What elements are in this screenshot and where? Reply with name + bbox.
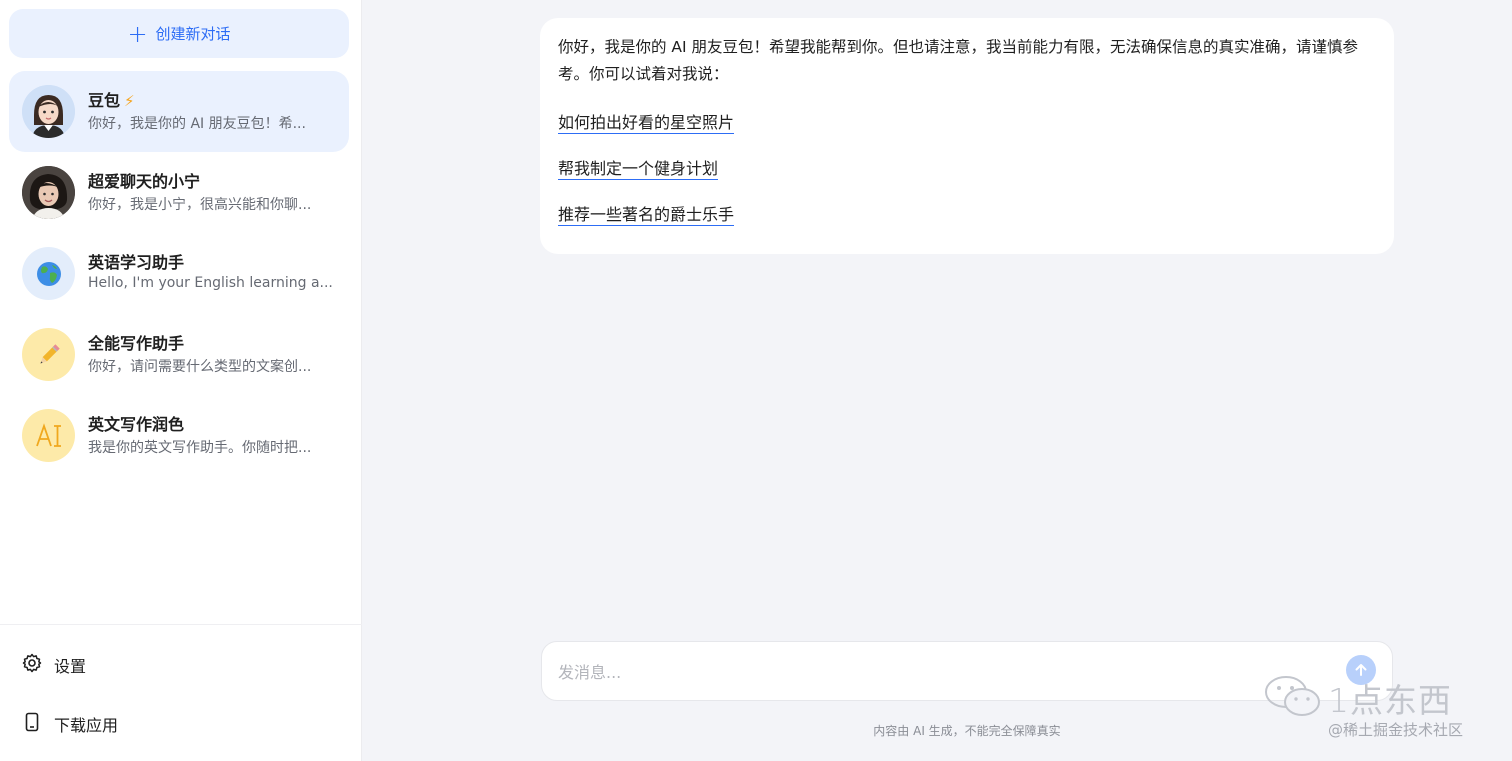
girl-avatar-icon	[22, 85, 75, 138]
gear-icon	[22, 653, 42, 677]
settings-label: 设置	[54, 657, 87, 676]
message-input[interactable]	[558, 660, 1318, 684]
settings-button[interactable]: 设置	[22, 653, 86, 677]
download-label: 下载应用	[54, 716, 119, 735]
conversation-item-doubao[interactable]: 豆包 ⚡ 你好，我是你的 AI 朋友豆包！希...	[9, 71, 349, 152]
conversation-preview: 你好，我是你的 AI 朋友豆包！希...	[88, 116, 306, 132]
conversation-name: 全能写作助手	[88, 334, 185, 353]
conversation-name: 豆包 ⚡	[88, 91, 135, 110]
watermark: 1点东西 @稀土掘金技术社区	[1262, 672, 1502, 752]
sidebar-footer: 设置 下载应用	[0, 624, 362, 735]
conversation-preview: Hello, I'm your English learning a...	[88, 275, 333, 291]
sidebar: + 创建新对话 豆包 ⚡ 你好，我是你的 AI 朋友豆包！希... 超爱聊天的小…	[0, 0, 362, 761]
wechat-icon	[1262, 674, 1324, 724]
conversation-item-english-polish[interactable]: 英文写作润色 我是你的英文写作助手。你随时把...	[9, 395, 349, 476]
conversation-list: 豆包 ⚡ 你好，我是你的 AI 朋友豆包！希... 超爱聊天的小宁 你好，我是小宁…	[9, 71, 349, 476]
plus-icon: +	[127, 19, 148, 48]
suggestion-link[interactable]: 推荐一些著名的爵士乐手	[558, 205, 735, 226]
suggestion-link[interactable]: 如何拍出好看的星空照片	[558, 113, 735, 134]
watermark-title: 1点东西	[1328, 681, 1452, 720]
phone-icon	[22, 712, 42, 736]
conversation-preview: 我是你的英文写作助手。你随时把...	[88, 440, 312, 456]
conversation-item-english-tutor[interactable]: 英语学习助手 Hello, I'm your English learning …	[9, 233, 349, 314]
conversation-preview: 你好，请问需要什么类型的文案创...	[88, 359, 312, 375]
pencil-icon	[22, 328, 75, 381]
conversation-name: 英语学习助手	[88, 253, 185, 272]
globe-icon	[22, 247, 75, 300]
conversation-item-writing-assistant[interactable]: 全能写作助手 你好，请问需要什么类型的文案创...	[9, 314, 349, 395]
download-app-button[interactable]: 下载应用	[22, 712, 118, 736]
conversation-name: 英文写作润色	[88, 415, 185, 434]
new-chat-button[interactable]: + 创建新对话	[9, 9, 349, 58]
conversation-name: 超爱聊天的小宁	[88, 172, 201, 191]
woman-photo-avatar-icon	[22, 166, 75, 219]
ai-text-icon	[22, 409, 75, 462]
assistant-message: 你好，我是你的 AI 朋友豆包！希望我能帮到你。但也请注意，我当前能力有限，无法…	[540, 18, 1394, 254]
conversation-preview: 你好，我是小宁，很高兴能和你聊...	[88, 197, 312, 213]
suggestion-link[interactable]: 帮我制定一个健身计划	[558, 159, 719, 180]
new-chat-label: 创建新对话	[155, 25, 231, 43]
lightning-icon: ⚡	[124, 92, 135, 110]
conversation-item-xiaoning[interactable]: 超爱聊天的小宁 你好，我是小宁，很高兴能和你聊...	[9, 152, 349, 233]
assistant-intro-text: 你好，我是你的 AI 朋友豆包！希望我能帮到你。但也请注意，我当前能力有限，无法…	[558, 38, 1359, 83]
watermark-subtitle: @稀土掘金技术社区	[1328, 721, 1464, 739]
